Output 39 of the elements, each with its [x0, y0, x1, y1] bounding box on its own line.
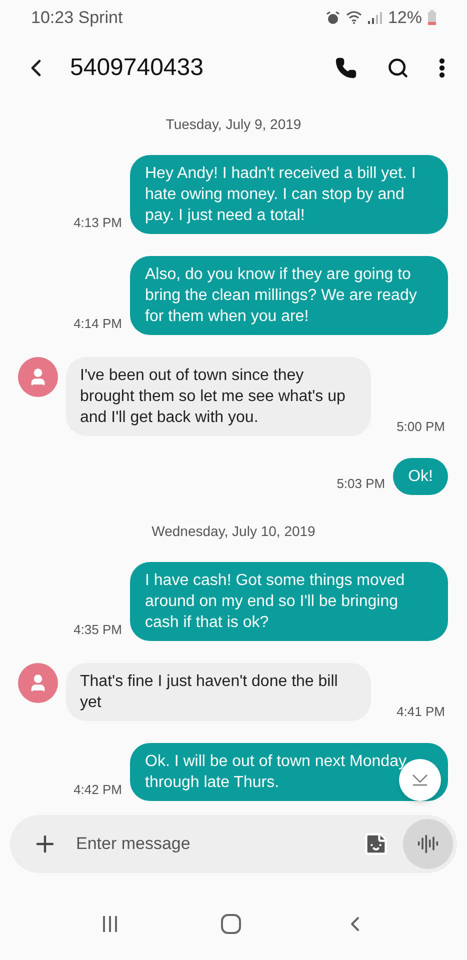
home-button[interactable] — [220, 912, 242, 934]
sent-message-bubble[interactable]: Hey Andy! I hadn't received a bill yet. I hate owing money. I can stop by and pay. I just need a total! — [130, 155, 448, 234]
date-divider: Tuesday, July 9, 2019 — [166, 115, 302, 134]
contact-number: 5409740433 — [70, 52, 204, 82]
battery-percent: 12% — [388, 6, 422, 29]
home-icon — [220, 912, 242, 934]
wifi-icon — [346, 11, 362, 24]
status-time-carrier: 10:23 Sprint — [31, 6, 123, 29]
call-button[interactable] — [335, 56, 357, 78]
message-time: 4:35 PM — [74, 620, 122, 638]
contact-avatar[interactable] — [18, 663, 58, 703]
message-time: 5:00 PM — [396, 418, 445, 436]
more-options-icon — [439, 58, 445, 78]
received-message-bubble[interactable]: I've been out of town since they brought them so let me see what's up and I'll get back with you. — [66, 357, 371, 436]
message-composer[interactable]: Enter message — [10, 815, 457, 873]
alarm-icon — [326, 10, 340, 24]
message-time: 5:03 PM — [336, 474, 386, 492]
message-time: 4:14 PM — [74, 314, 122, 332]
sent-message-bubble[interactable]: Also, do you know if they are going to bring the clean millings? We are ready for them when you are! — [130, 256, 448, 335]
sent-message-bubble[interactable]: Ok! — [393, 458, 448, 495]
waveform-icon — [417, 833, 439, 855]
more-options-button[interactable] — [439, 58, 445, 78]
sent-message-bubble[interactable]: I have cash! Got some things moved around on my end so I'll be bringing cash if that is ok? — [130, 562, 448, 641]
received-message-bubble[interactable]: That's fine I just haven't done the bill yet — [66, 663, 371, 721]
battery-icon — [428, 10, 436, 25]
sticker-icon[interactable] — [363, 831, 389, 857]
search-icon — [387, 56, 409, 78]
message-time: 4:13 PM — [74, 214, 122, 232]
voice-button[interactable] — [403, 819, 453, 869]
scroll-to-bottom-icon — [412, 774, 428, 786]
message-time: 4:42 PM — [74, 780, 122, 798]
contact-avatar[interactable] — [18, 357, 58, 397]
signal-icon — [368, 12, 382, 24]
phone-icon — [335, 56, 357, 78]
sent-message-bubble[interactable]: Ok. I will be out of town next Monday through late Thurs. — [130, 743, 448, 801]
message-time: 4:41 PM — [396, 702, 445, 720]
message-input[interactable]: Enter message — [76, 831, 363, 857]
date-divider: Wednesday, July 10, 2019 — [152, 522, 316, 541]
search-button[interactable] — [387, 56, 409, 78]
